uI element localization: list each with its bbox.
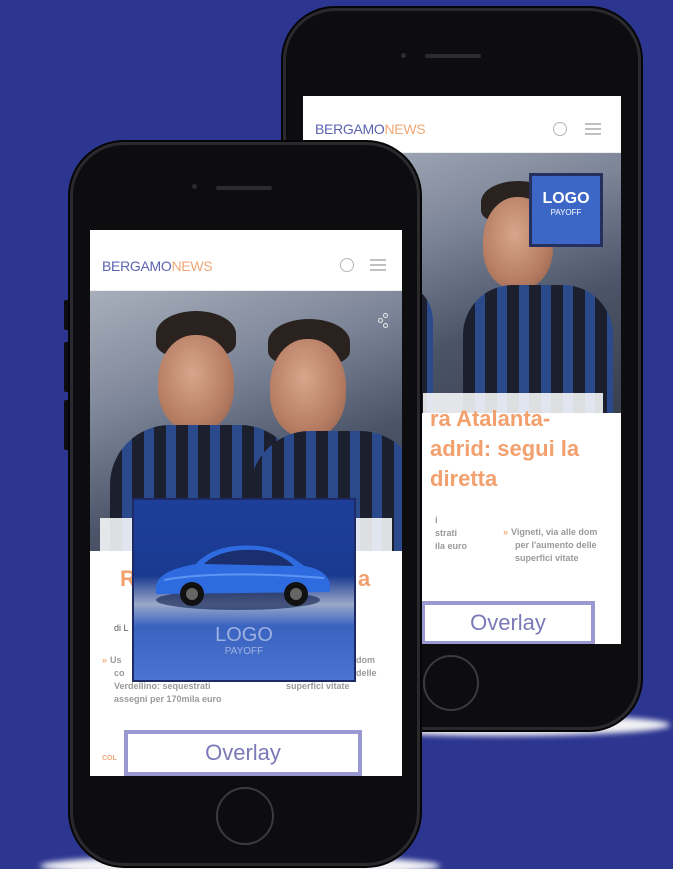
back-phone-camera xyxy=(401,53,406,58)
front-phone-home-button[interactable] xyxy=(216,787,274,845)
front-byline: di L xyxy=(114,623,129,633)
front-snippet-arrow: » xyxy=(102,655,108,665)
back-logo-payoff: PAYOFF xyxy=(550,208,582,217)
back-right-snippet[interactable]: » Vigneti, via alle dom per l'aumento del… xyxy=(503,526,621,565)
mockup-stage: BERGAMONEWS LOGO PAYOFF ra Atalanta- adr… xyxy=(0,0,673,869)
front-phone-camera xyxy=(192,184,197,189)
back-phone-speaker xyxy=(425,54,481,58)
back-left-snippet[interactable]: i strati ila euro xyxy=(435,514,505,553)
back-menu-icon[interactable] xyxy=(585,123,601,135)
front-brand-part2: NEWS xyxy=(171,258,213,274)
back-brand-part2: NEWS xyxy=(384,121,426,137)
front-brand-logo[interactable]: BERGAMONEWS xyxy=(102,258,213,274)
back-brand-logo[interactable]: BERGAMONEWS xyxy=(315,121,426,137)
front-brand-part1: BERGAMO xyxy=(102,258,172,274)
front-phone-speaker xyxy=(216,186,272,190)
back-logo-text: LOGO xyxy=(542,190,590,207)
car-image xyxy=(156,545,330,610)
back-headline-line2: adrid: segui la xyxy=(430,436,580,461)
front-user-icon[interactable] xyxy=(340,258,354,272)
front-menu-icon[interactable] xyxy=(370,259,386,271)
share-icon[interactable] xyxy=(378,313,390,328)
ad-logo-text: LOGO xyxy=(215,624,273,646)
front-overlay-button[interactable]: Overlay xyxy=(124,730,362,776)
back-headline[interactable]: ra Atalanta- adrid: segui la diretta xyxy=(430,404,620,494)
back-headline-line3: diretta xyxy=(430,466,498,491)
back-overlay-button[interactable]: Overlay xyxy=(421,601,595,644)
back-logo-badge: LOGO PAYOFF xyxy=(529,173,603,247)
back-brand-part1: BERGAMO xyxy=(315,121,385,137)
front-headline-right[interactable]: a xyxy=(358,564,370,594)
ad-payoff-text: PAYOFF xyxy=(224,646,264,657)
front-header: BERGAMONEWS xyxy=(90,230,402,291)
back-snippet-arrow: » xyxy=(503,527,509,537)
back-headline-line1: ra Atalanta- xyxy=(430,406,551,431)
front-category-label: COL xyxy=(102,755,117,762)
back-user-icon[interactable] xyxy=(553,122,567,136)
car-advertisement[interactable]: LOGO PAYOFF xyxy=(132,498,356,682)
back-phone-home-button[interactable] xyxy=(423,655,479,711)
